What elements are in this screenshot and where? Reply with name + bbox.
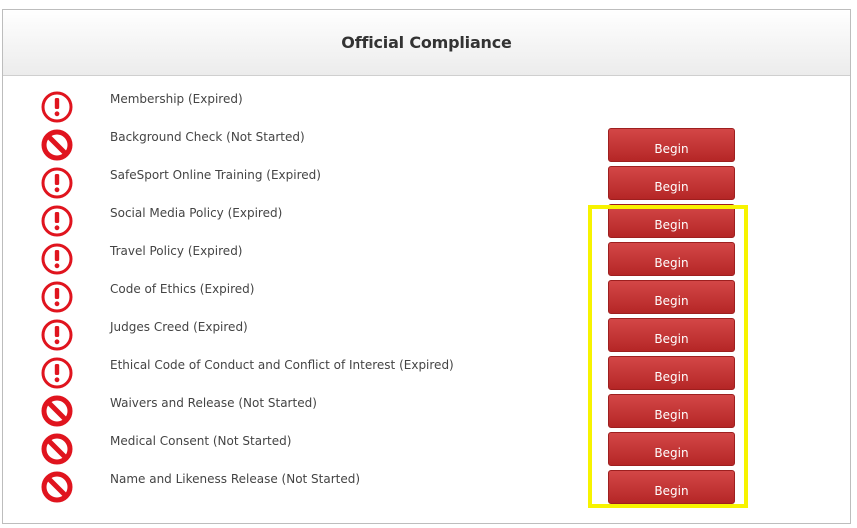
- compliance-row: Code of Ethics (Expired) Begin: [3, 280, 850, 318]
- compliance-row: Judges Creed (Expired) Begin: [3, 318, 850, 356]
- begin-button[interactable]: Begin: [608, 432, 735, 466]
- exclamation-circle-icon: [40, 204, 74, 238]
- compliance-row: SafeSport Online Training (Expired) Begin: [3, 166, 850, 204]
- compliance-item-label: SafeSport Online Training (Expired): [110, 168, 321, 182]
- panel-header: Official Compliance: [3, 10, 850, 76]
- compliance-row: Membership (Expired): [3, 90, 850, 128]
- compliance-item-label: Waivers and Release (Not Started): [110, 396, 317, 410]
- prohibited-icon: [40, 394, 74, 428]
- compliance-item-label: Name and Likeness Release (Not Started): [110, 472, 361, 486]
- panel-title: Official Compliance: [341, 33, 512, 52]
- begin-button[interactable]: Begin: [608, 242, 735, 276]
- compliance-row: Medical Consent (Not Started) Begin: [3, 432, 850, 470]
- prohibited-icon: [40, 128, 74, 162]
- begin-button[interactable]: Begin: [608, 204, 735, 238]
- official-compliance-panel: Official Compliance Membership (Expired)…: [2, 9, 851, 524]
- prohibited-icon: [40, 432, 74, 466]
- compliance-item-label: Background Check (Not Started): [110, 130, 305, 144]
- exclamation-circle-icon: [40, 356, 74, 390]
- exclamation-circle-icon: [40, 280, 74, 314]
- compliance-row: Social Media Policy (Expired) Begin: [3, 204, 850, 242]
- compliance-row: Background Check (Not Started) Begin: [3, 128, 850, 166]
- exclamation-circle-icon: [40, 90, 74, 124]
- prohibited-icon: [40, 470, 74, 504]
- exclamation-circle-icon: [40, 166, 74, 200]
- begin-button[interactable]: Begin: [608, 318, 735, 352]
- compliance-row: Name and Likeness Release (Not Started) B…: [3, 470, 850, 508]
- begin-button[interactable]: Begin: [608, 166, 735, 200]
- compliance-item-label: Judges Creed (Expired): [110, 320, 248, 334]
- compliance-item-label: Ethical Code of Conduct and Conflict of …: [110, 358, 454, 372]
- begin-button[interactable]: Begin: [608, 280, 735, 314]
- exclamation-circle-icon: [40, 318, 74, 352]
- begin-button[interactable]: Begin: [608, 356, 735, 390]
- begin-button[interactable]: Begin: [608, 470, 735, 504]
- compliance-item-label: Medical Consent (Not Started): [110, 434, 292, 448]
- compliance-item-label: Travel Policy (Expired): [110, 244, 243, 258]
- compliance-row: Travel Policy (Expired) Begin: [3, 242, 850, 280]
- compliance-item-label: Code of Ethics (Expired): [110, 282, 255, 296]
- compliance-item-label: Membership (Expired): [110, 92, 243, 106]
- begin-button[interactable]: Begin: [608, 128, 735, 162]
- compliance-item-label: Social Media Policy (Expired): [110, 206, 283, 220]
- compliance-row: Ethical Code of Conduct and Conflict of …: [3, 356, 850, 394]
- exclamation-circle-icon: [40, 242, 74, 276]
- begin-button[interactable]: Begin: [608, 394, 735, 428]
- compliance-row: Waivers and Release (Not Started) Begin: [3, 394, 850, 432]
